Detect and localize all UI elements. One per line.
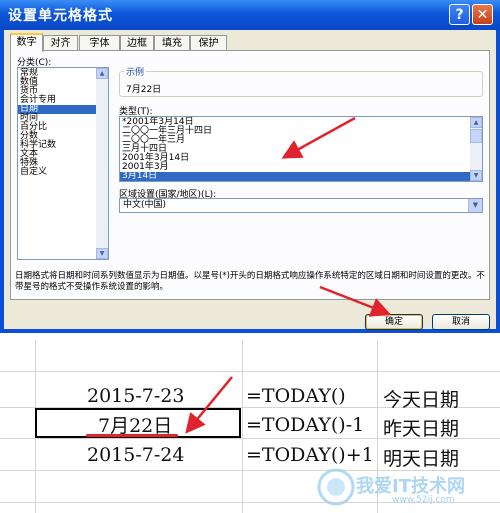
type-item[interactable]: 2001年3月14日: [120, 154, 482, 163]
scroll-down-icon[interactable]: ▼: [470, 170, 482, 181]
category-item[interactable]: 自定义: [18, 168, 108, 177]
sample-label: 示例: [124, 65, 147, 78]
type-item[interactable]: 2001年3月: [120, 163, 482, 172]
grid-line: [0, 371, 500, 372]
category-list[interactable]: 常规 数值 货币 会计专用 日期 时间 百分比 分数 科学记数 文本 特殊 自定…: [17, 67, 109, 260]
scroll-up-icon[interactable]: ▲: [470, 117, 482, 128]
format-description: 日期格式将日期和时间系列数值显示为日期值。以星号(*)开头的日期格式响应操作系统…: [15, 271, 485, 292]
ok-button[interactable]: 确定: [365, 314, 423, 330]
sample-value: 7月22日: [126, 85, 162, 95]
cell-today-note[interactable]: 今天日期: [383, 385, 459, 412]
tab-alignment[interactable]: 对齐: [43, 35, 78, 51]
cell-yesterday-note[interactable]: 昨天日期: [383, 414, 459, 441]
tab-font[interactable]: 字体: [79, 35, 120, 51]
cancel-button[interactable]: 取消: [432, 314, 490, 330]
chevron-down-icon[interactable]: ▼: [468, 199, 482, 212]
tab-protection[interactable]: 保护: [190, 35, 227, 51]
annotation-underline: [86, 434, 178, 437]
type-item[interactable]: 二〇〇一年三月: [120, 136, 482, 145]
cell-today-formula[interactable]: =TODAY(): [246, 385, 346, 407]
cell-tomorrow-value[interactable]: 2015-7-24: [87, 444, 184, 466]
cell-yesterday-formula[interactable]: =TODAY()-1: [246, 414, 364, 436]
watermark-logo-icon: [317, 468, 355, 506]
grid-line: [242, 340, 243, 513]
tab-fill[interactable]: 填充: [154, 35, 190, 51]
help-button[interactable]: ?: [449, 4, 470, 25]
dialog-titlebar[interactable]: 设置单元格格式 ? ✕: [0, 0, 500, 30]
type-scrollbar[interactable]: ▲ ▼: [470, 117, 482, 181]
tab-number[interactable]: 数字: [10, 33, 43, 52]
dialog-client-area: 数字 对齐 字体 边框 填充 保护 分类(C): 常规 数值 货币 会计专用 日…: [4, 30, 496, 330]
type-list[interactable]: *2001年3月14日 二〇〇一年三月十四日 二〇〇一年三月 三月十四日 200…: [119, 116, 483, 182]
cell-tomorrow-note[interactable]: 明天日期: [383, 444, 459, 471]
scroll-down-icon[interactable]: ▼: [96, 248, 108, 259]
format-cells-dialog: 设置单元格格式 ? ✕ 数字 对齐 字体 边框 填充 保护 分类(C): 常规 …: [0, 0, 500, 333]
cell-tomorrow-formula[interactable]: =TODAY()+1: [246, 444, 374, 466]
type-item-selected[interactable]: 3月14日: [120, 172, 482, 181]
sample-group: 示例 7月22日: [119, 65, 483, 97]
number-tab-panel: 分类(C): 常规 数值 货币 会计专用 日期 时间 百分比 分数 科学记数 文…: [10, 50, 490, 300]
scroll-up-icon[interactable]: ▲: [96, 68, 108, 79]
locale-value: 中文(中国): [123, 200, 167, 210]
tab-border[interactable]: 边框: [120, 35, 154, 51]
watermark-url: www.52ij.com: [392, 495, 455, 505]
cell-today-value[interactable]: 2015-7-23: [87, 385, 184, 407]
scroll-thumb[interactable]: [470, 129, 482, 143]
dialog-title: 设置单元格格式: [8, 8, 113, 24]
close-button[interactable]: ✕: [472, 4, 493, 25]
locale-dropdown[interactable]: 中文(中国) ▼: [119, 198, 483, 213]
category-scrollbar[interactable]: ▲ ▼: [96, 68, 108, 259]
